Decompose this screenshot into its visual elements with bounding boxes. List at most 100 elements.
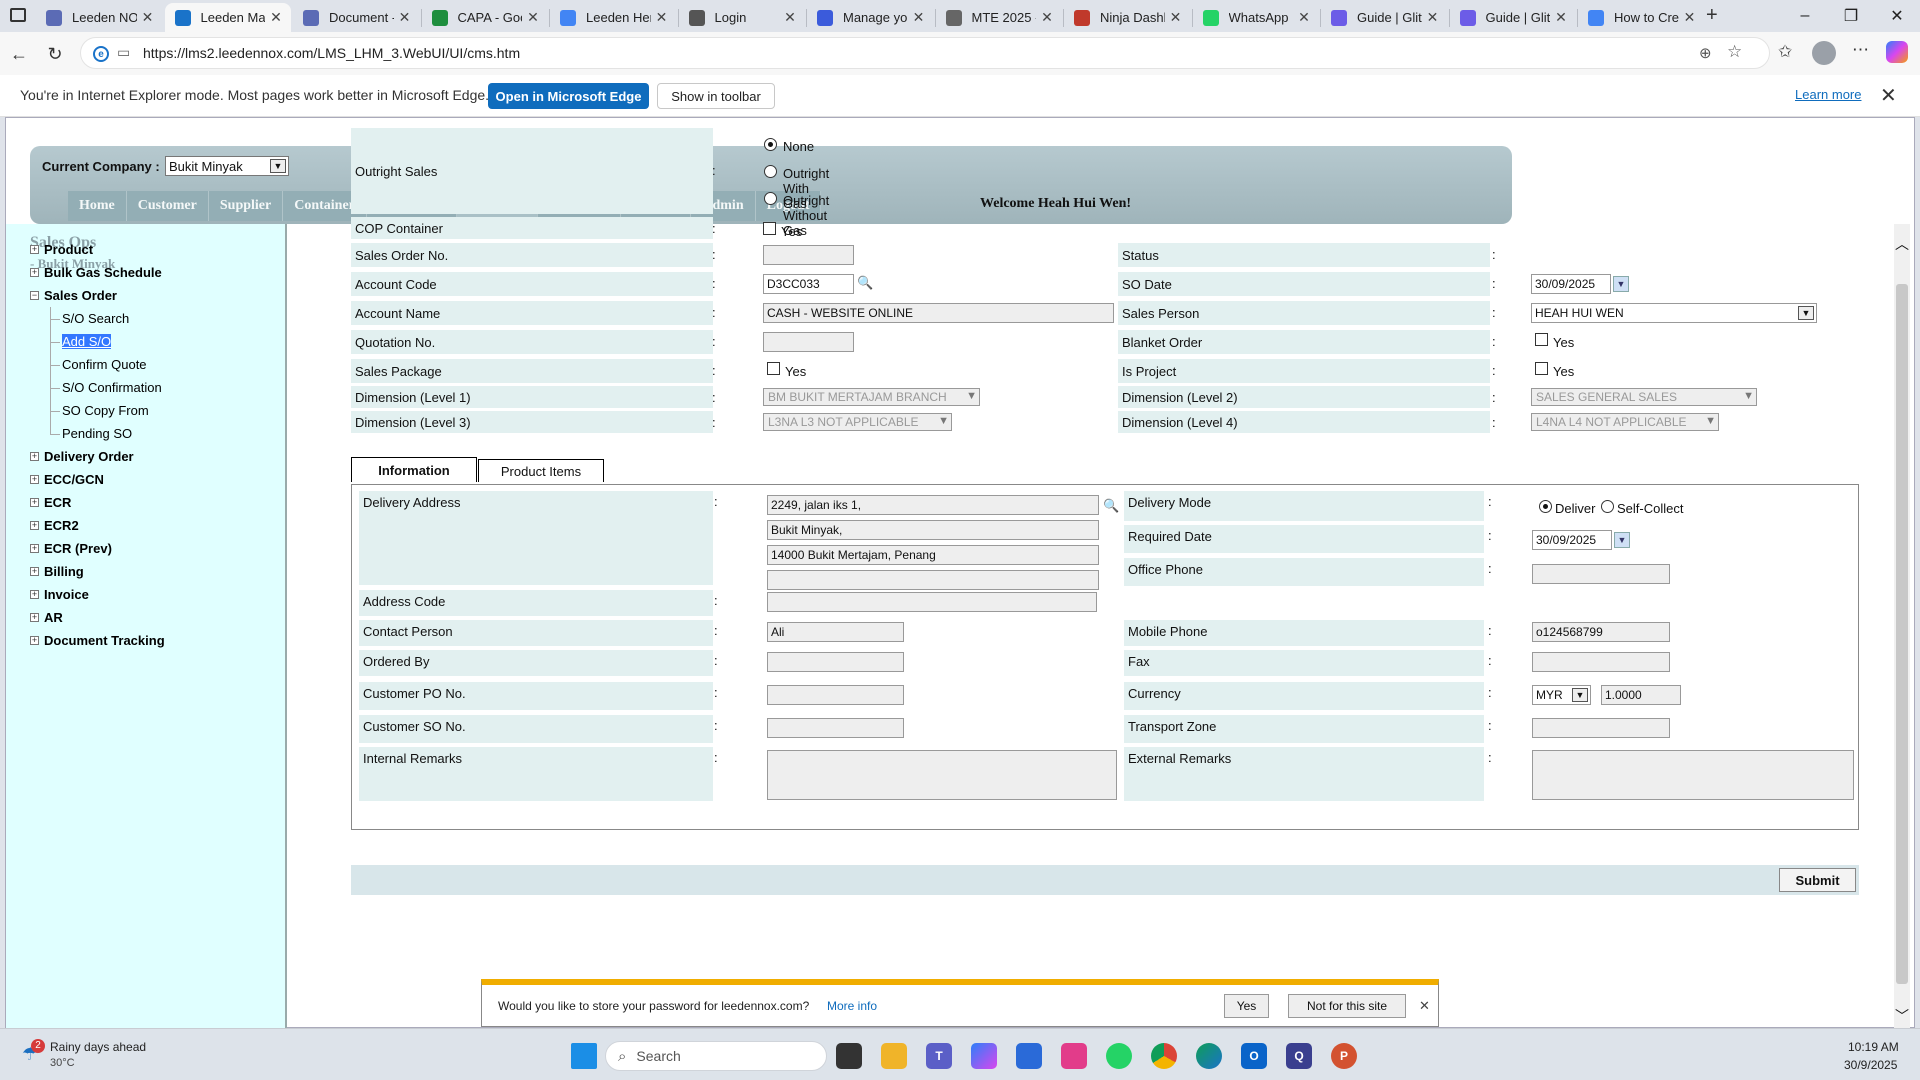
- store-icon[interactable]: [1016, 1043, 1042, 1069]
- url-field[interactable]: e ▭ https://lms2.leedennox.com/LMS_LHM_3…: [80, 37, 1770, 69]
- weather-text[interactable]: Rainy days ahead: [50, 1040, 146, 1054]
- close-tab-icon[interactable]: ✕: [1550, 9, 1572, 26]
- sidebar-item-document-tracking[interactable]: + Document Tracking: [30, 633, 165, 648]
- delivery-address-line-1[interactable]: 2249, jalan iks 1,: [767, 495, 1099, 515]
- sidebar-item-ecr-prev-[interactable]: + ECR (Prev): [30, 541, 112, 556]
- ordered-by-input[interactable]: [767, 652, 904, 672]
- sidebar-subitem-so-copy-from[interactable]: SO Copy From: [62, 403, 149, 418]
- dimension-level-4-select[interactable]: L4NA L4 NOT APPLICABLE ▼: [1531, 413, 1719, 431]
- sidebar-item-ecr[interactable]: + ECR: [30, 495, 71, 510]
- browser-tab[interactable]: WhatsApp ✕: [1193, 3, 1320, 32]
- office-phone-input[interactable]: [1532, 564, 1670, 584]
- sales-person-select[interactable]: HEAH HUI WEN ▼: [1531, 303, 1817, 323]
- customer-so-input[interactable]: [767, 718, 904, 738]
- snipping-tool-icon[interactable]: [1061, 1043, 1087, 1069]
- close-tab-icon[interactable]: ✕: [1293, 9, 1315, 26]
- chrome-icon[interactable]: [1151, 1043, 1177, 1069]
- dimension-level-3-select[interactable]: L3NA L3 NOT APPLICABLE ▼: [763, 413, 952, 431]
- chevron-down-icon[interactable]: ▼: [1798, 306, 1814, 320]
- not-for-this-site-button[interactable]: Not for this site: [1288, 994, 1406, 1018]
- browser-tab[interactable]: Leeden Hero✕: [550, 3, 677, 32]
- expand-icon[interactable]: +: [30, 521, 39, 530]
- expand-icon[interactable]: +: [30, 613, 39, 622]
- menu-item-customer[interactable]: Customer: [126, 191, 209, 221]
- copilot-icon[interactable]: [1886, 41, 1908, 63]
- tab-actions-icon[interactable]: [10, 8, 26, 22]
- tab-product-items[interactable]: Product Items: [478, 459, 604, 482]
- so-date-input[interactable]: 30/09/2025: [1531, 274, 1611, 294]
- delivery-address-line-4[interactable]: [767, 570, 1099, 590]
- sales-package-checkbox[interactable]: [767, 362, 780, 375]
- close-tab-icon[interactable]: ✕: [1165, 9, 1187, 26]
- browser-tab[interactable]: Manage you ✕: [807, 3, 934, 32]
- outright-radio-outright-without-gas[interactable]: [764, 192, 777, 205]
- is-project-checkbox[interactable]: [1535, 362, 1548, 375]
- browser-tab[interactable]: Leeden Man✕: [164, 3, 291, 32]
- teams-icon[interactable]: T: [926, 1043, 952, 1069]
- file-explorer-icon[interactable]: [881, 1043, 907, 1069]
- menu-item-home[interactable]: Home: [68, 191, 127, 221]
- expand-icon[interactable]: +: [30, 498, 39, 507]
- show-in-toolbar-button[interactable]: Show in toolbar: [657, 83, 775, 109]
- browser-tab[interactable]: Leeden NOX✕: [36, 3, 163, 32]
- edge-icon[interactable]: [1196, 1043, 1222, 1069]
- transport-zone-input[interactable]: [1532, 718, 1670, 738]
- browser-tab[interactable]: Ninja Dashb ✕: [1064, 3, 1191, 32]
- chevron-down-icon[interactable]: ▼: [270, 159, 286, 173]
- browser-tab[interactable]: Document - ✕: [293, 3, 420, 32]
- ie-mode-icon[interactable]: e: [93, 46, 109, 62]
- close-window-button[interactable]: ✕: [1874, 0, 1920, 32]
- expand-icon[interactable]: +: [30, 268, 39, 277]
- close-tab-icon[interactable]: ✕: [522, 9, 544, 26]
- expand-icon[interactable]: +: [30, 245, 39, 254]
- whatsapp-icon[interactable]: [1106, 1043, 1132, 1069]
- expand-icon[interactable]: +: [30, 636, 39, 645]
- outlook-icon[interactable]: O: [1241, 1043, 1267, 1069]
- chevron-down-icon[interactable]: ▼: [1572, 688, 1588, 702]
- settings-more-icon[interactable]: ⋯: [1852, 40, 1869, 60]
- expand-icon[interactable]: +: [30, 452, 39, 461]
- close-tab-icon[interactable]: ✕: [651, 9, 673, 26]
- browser-tab[interactable]: Login ✕: [679, 3, 806, 32]
- browser-tab[interactable]: MTE 2025 - ✕: [936, 3, 1063, 32]
- customer-po-input[interactable]: [767, 685, 904, 705]
- back-button[interactable]: ←: [4, 39, 34, 69]
- menu-item-supplier[interactable]: Supplier: [208, 191, 284, 221]
- browser-tab[interactable]: Guide | Glitt ✕: [1450, 3, 1577, 32]
- submit-button[interactable]: Submit: [1779, 868, 1856, 892]
- company-select[interactable]: Bukit Minyak ▼: [165, 156, 289, 176]
- close-tab-icon[interactable]: ✕: [265, 9, 287, 26]
- browser-tab[interactable]: How to Crea✕: [1578, 3, 1705, 32]
- close-tab-icon[interactable]: ✕: [137, 9, 159, 26]
- favorite-star-icon[interactable]: ☆: [1727, 42, 1742, 62]
- contact-person-input[interactable]: Ali: [767, 622, 904, 642]
- browser-tab[interactable]: Guide | Glitt ✕: [1321, 3, 1448, 32]
- outright-radio-none[interactable]: [764, 138, 777, 151]
- close-tab-icon[interactable]: ✕: [908, 9, 930, 26]
- outright-radio-outright-with-gas[interactable]: [764, 165, 777, 178]
- minimize-button[interactable]: –: [1782, 0, 1828, 32]
- scroll-down-icon[interactable]: ﹀: [1895, 1006, 1909, 1026]
- zoom-icon[interactable]: ⊕: [1699, 44, 1712, 62]
- scroll-thumb[interactable]: [1896, 284, 1908, 984]
- collapse-icon[interactable]: −: [30, 291, 39, 300]
- restore-button[interactable]: ❐: [1828, 0, 1874, 32]
- sales-order-no-input[interactable]: [763, 245, 854, 265]
- sidebar-subitem-confirm-quote[interactable]: Confirm Quote: [62, 357, 147, 372]
- more-info-link[interactable]: More info: [827, 999, 877, 1013]
- close-tab-icon[interactable]: ✕: [1679, 9, 1701, 26]
- sidebar-item-ecr2[interactable]: + ECR2: [30, 518, 79, 533]
- learn-more-link[interactable]: Learn more: [1795, 87, 1861, 102]
- delivery-address-line-2[interactable]: Bukit Minyak,: [767, 520, 1099, 540]
- browser-tab[interactable]: CAPA - Goo ✕: [422, 3, 549, 32]
- sidebar-item-invoice[interactable]: + Invoice: [30, 587, 89, 602]
- blanket-order-checkbox[interactable]: [1535, 333, 1548, 346]
- scroll-up-icon[interactable]: ︿: [1895, 234, 1909, 254]
- close-tab-icon[interactable]: ✕: [1036, 9, 1058, 26]
- required-date-input[interactable]: 30/09/2025: [1532, 530, 1612, 550]
- sidebar-item-delivery-order[interactable]: + Delivery Order: [30, 449, 134, 464]
- qlik-icon[interactable]: Q: [1286, 1043, 1312, 1069]
- clock-time[interactable]: 10:19 AM: [1848, 1040, 1899, 1054]
- task-view-icon[interactable]: [836, 1043, 862, 1069]
- expand-icon[interactable]: +: [30, 475, 39, 484]
